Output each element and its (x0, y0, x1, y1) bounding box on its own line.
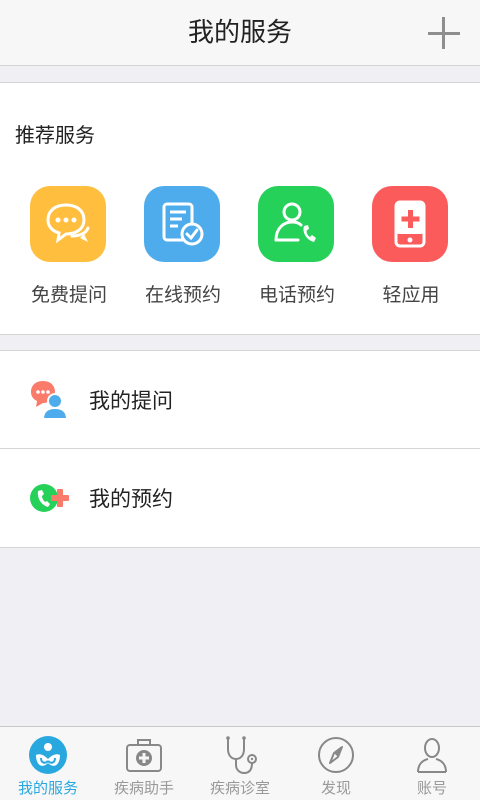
tab-label: 疾病助手 (113, 779, 174, 797)
service-label: 电话预约 (258, 284, 335, 306)
header-bar: 我的服务 (0, 0, 480, 66)
list-item-label: 我的提问 (89, 389, 173, 413)
my-items-list: 我的提问 我的预约 (0, 350, 480, 548)
compass-icon (316, 735, 356, 775)
service-label: 轻应用 (382, 284, 440, 306)
tab-label: 发现 (320, 779, 351, 797)
bottom-tab-bar: 我的服务 疾病助手 疾病诊室 发现 账号 (0, 726, 480, 800)
plus-icon[interactable] (426, 15, 462, 51)
service-label: 在线预约 (144, 284, 221, 306)
service-online-booking[interactable]: 在线预约 (126, 186, 240, 311)
stethoscope-icon (220, 735, 260, 775)
phone-user-icon (258, 186, 334, 262)
person-icon (412, 735, 452, 775)
service-label: 免费提问 (30, 284, 107, 306)
recommended-services-panel: 推荐服务 免费提问 在线预约 电话预约 轻应用 (0, 82, 480, 335)
tab-disease-assistant[interactable]: 疾病助手 (96, 727, 192, 800)
my-service-icon (28, 735, 68, 775)
question-user-icon (28, 379, 70, 421)
tab-discover[interactable]: 发现 (288, 727, 384, 800)
chat-bubbles-icon (30, 186, 106, 262)
service-light-app[interactable]: 轻应用 (354, 186, 468, 311)
mobile-plus-icon (372, 186, 448, 262)
tab-label: 我的服务 (17, 779, 78, 797)
calendar-check-icon (144, 186, 220, 262)
section-title: 推荐服务 (15, 123, 95, 147)
list-item-my-bookings[interactable]: 我的预约 (0, 449, 480, 547)
service-free-question[interactable]: 免费提问 (12, 186, 126, 311)
list-item-my-questions[interactable]: 我的提问 (0, 351, 480, 449)
tab-my-services[interactable]: 我的服务 (0, 727, 96, 800)
tab-label: 账号 (416, 779, 447, 797)
phone-plus-icon (28, 477, 70, 519)
medical-kit-icon (124, 735, 164, 775)
page-title: 我的服务 (187, 18, 292, 48)
tab-label: 疾病诊室 (209, 779, 270, 797)
list-item-label: 我的预约 (89, 487, 173, 511)
tab-disease-clinic[interactable]: 疾病诊室 (192, 727, 288, 800)
tab-account[interactable]: 账号 (384, 727, 480, 800)
service-phone-booking[interactable]: 电话预约 (240, 186, 354, 311)
